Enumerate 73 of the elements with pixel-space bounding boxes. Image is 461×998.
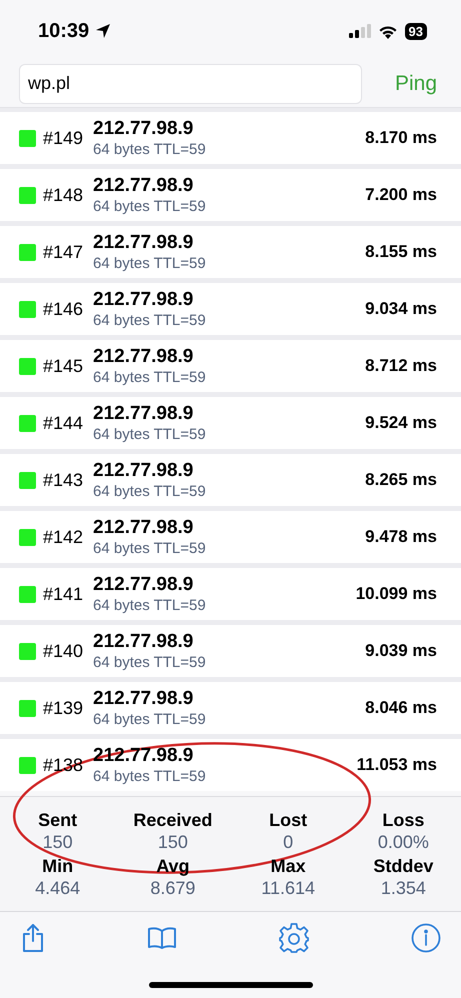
- stat-value: 1.354: [380, 877, 426, 899]
- reply-time: 8.712 ms: [365, 355, 437, 378]
- stat-value: 150: [42, 831, 73, 853]
- ip-address: 212.77.98.9: [93, 232, 194, 254]
- reply-time: 9.034 ms: [365, 298, 437, 320]
- reply-detail: 64 bytes TTL=59: [93, 482, 206, 500]
- stat-label: Lost: [269, 809, 308, 831]
- ip-address: 212.77.98.9: [93, 174, 194, 196]
- reply-time: 10.099 ms: [356, 583, 437, 606]
- ip-address: 212.77.98.9: [93, 516, 194, 538]
- reply-detail: 64 bytes TTL=59: [93, 538, 206, 558]
- reply-detail: 64 bytes TTL=59: [93, 254, 206, 272]
- book-icon[interactable]: [147, 926, 177, 950]
- ip-address: 212.77.98.9: [93, 460, 194, 482]
- location-arrow-icon: [95, 23, 112, 39]
- sequence-number: #143: [43, 468, 84, 492]
- ip-address: 212.77.98.9: [93, 346, 194, 368]
- sequence-number: #139: [43, 696, 84, 720]
- stat-value: 8.679: [150, 877, 196, 899]
- ip-address: 212.77.98.9: [93, 630, 194, 652]
- stat-value: 11.614: [261, 877, 315, 899]
- reply-detail: 64 bytes TTL=59: [93, 368, 206, 386]
- reply-time: 9.039 ms: [365, 640, 437, 662]
- reply-time: 9.524 ms: [365, 412, 437, 434]
- reply-detail: 64 bytes TTL=59: [93, 424, 206, 444]
- sequence-number: #148: [43, 184, 84, 206]
- reply-time: 8.265 ms: [365, 469, 437, 492]
- sequence-number: #141: [43, 582, 84, 606]
- sequence-number: #149: [43, 126, 84, 150]
- ip-address: 212.77.98.9: [93, 402, 194, 424]
- sequence-number: #138: [43, 754, 84, 776]
- stat-label: Received: [133, 809, 212, 831]
- reply-time: 8.170 ms: [365, 127, 437, 150]
- wifi-icon: [378, 24, 398, 38]
- reply-detail: 64 bytes TTL=59: [93, 766, 206, 786]
- stat-label: Max: [270, 855, 306, 877]
- settings-icon[interactable]: [278, 922, 310, 954]
- reply-detail: 64 bytes TTL=59: [93, 196, 206, 216]
- battery-level: 93: [404, 22, 427, 40]
- ip-address: 212.77.98.9: [93, 118, 194, 140]
- info-icon[interactable]: [411, 922, 441, 952]
- stat-value: 4.464: [35, 877, 80, 899]
- stat-label: Loss: [382, 809, 424, 831]
- stat-label: Avg: [156, 855, 190, 877]
- reply-detail: 64 bytes TTL=59: [93, 140, 206, 158]
- stat-label: Stddev: [373, 855, 434, 877]
- reply-detail: 64 bytes TTL=59: [93, 310, 206, 330]
- host-field[interactable]: wp.pl: [19, 64, 362, 104]
- sequence-number: #142: [43, 526, 84, 548]
- stat-value: 0.00%: [378, 831, 429, 853]
- reply-time: 8.046 ms: [365, 697, 437, 720]
- signal-icon: [348, 24, 371, 38]
- share-icon[interactable]: [20, 922, 46, 952]
- ip-address: 212.77.98.9: [93, 688, 194, 710]
- reply-time: 7.200 ms: [365, 184, 437, 206]
- stat-label: Sent: [38, 809, 78, 831]
- status-time: 10:39: [38, 19, 90, 44]
- sequence-number: #144: [43, 412, 84, 434]
- sequence-number: #146: [43, 298, 84, 320]
- reply-detail: 64 bytes TTL=59: [93, 710, 206, 728]
- sequence-number: #145: [43, 354, 84, 378]
- ip-address: 212.77.98.9: [93, 574, 194, 596]
- reply-detail: 64 bytes TTL=59: [93, 596, 206, 614]
- stat-label: Min: [42, 855, 74, 877]
- stat-value: 0: [283, 831, 294, 853]
- stat-value: 150: [158, 831, 188, 853]
- sequence-number: #140: [43, 640, 84, 662]
- reply-time: 8.155 ms: [365, 241, 437, 264]
- sequence-number: #147: [43, 240, 84, 264]
- reply-time: 11.053 ms: [356, 754, 437, 776]
- reply-time: 9.478 ms: [365, 526, 437, 548]
- ip-address: 212.77.98.9: [93, 288, 194, 310]
- reply-detail: 64 bytes TTL=59: [93, 652, 206, 672]
